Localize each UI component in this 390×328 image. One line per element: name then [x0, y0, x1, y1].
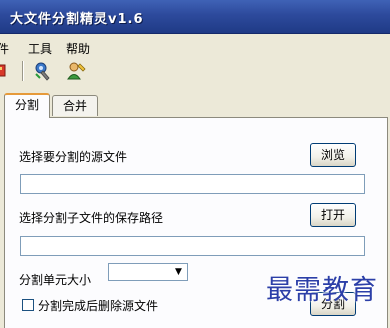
user-info-icon[interactable] [66, 60, 88, 82]
source-file-input[interactable] [20, 174, 365, 194]
save-path-label: 选择分割子文件的保存路径 [19, 211, 164, 225]
settings-tool-icon[interactable] [32, 60, 54, 82]
delete-source-checkbox[interactable] [22, 299, 34, 311]
tab-merge[interactable]: 合并 [52, 95, 99, 116]
unit-size-select[interactable]: ▼ [108, 263, 188, 281]
menu-help[interactable]: 帮助 [66, 40, 90, 57]
open-button[interactable]: 打开 [310, 203, 356, 227]
toolbar [0, 58, 390, 84]
browse-button[interactable]: 浏览 [310, 143, 356, 167]
menu-file[interactable]: 件 [0, 40, 9, 57]
chevron-down-icon: ▼ [175, 267, 182, 277]
unit-size-label: 分割单元大小 [19, 273, 92, 287]
source-file-label: 选择要分割的源文件 [19, 150, 128, 164]
menu-bar: 件 工具 帮助 [0, 38, 390, 58]
tab-strip: 分割 合并 [0, 93, 390, 118]
toolbar-separator [22, 61, 24, 81]
tab-split[interactable]: 分割 [4, 93, 51, 118]
window-title: 大文件分割精灵v1.6 [10, 12, 144, 27]
save-path-input[interactable] [20, 236, 365, 256]
save-icon[interactable] [0, 60, 16, 82]
title-bar: 大文件分割精灵v1.6 [0, 0, 390, 34]
watermark-logo: 最需教育 [266, 275, 378, 306]
delete-source-label: 分割完成后删除源文件 [38, 299, 159, 313]
menu-tools[interactable]: 工具 [28, 40, 52, 57]
